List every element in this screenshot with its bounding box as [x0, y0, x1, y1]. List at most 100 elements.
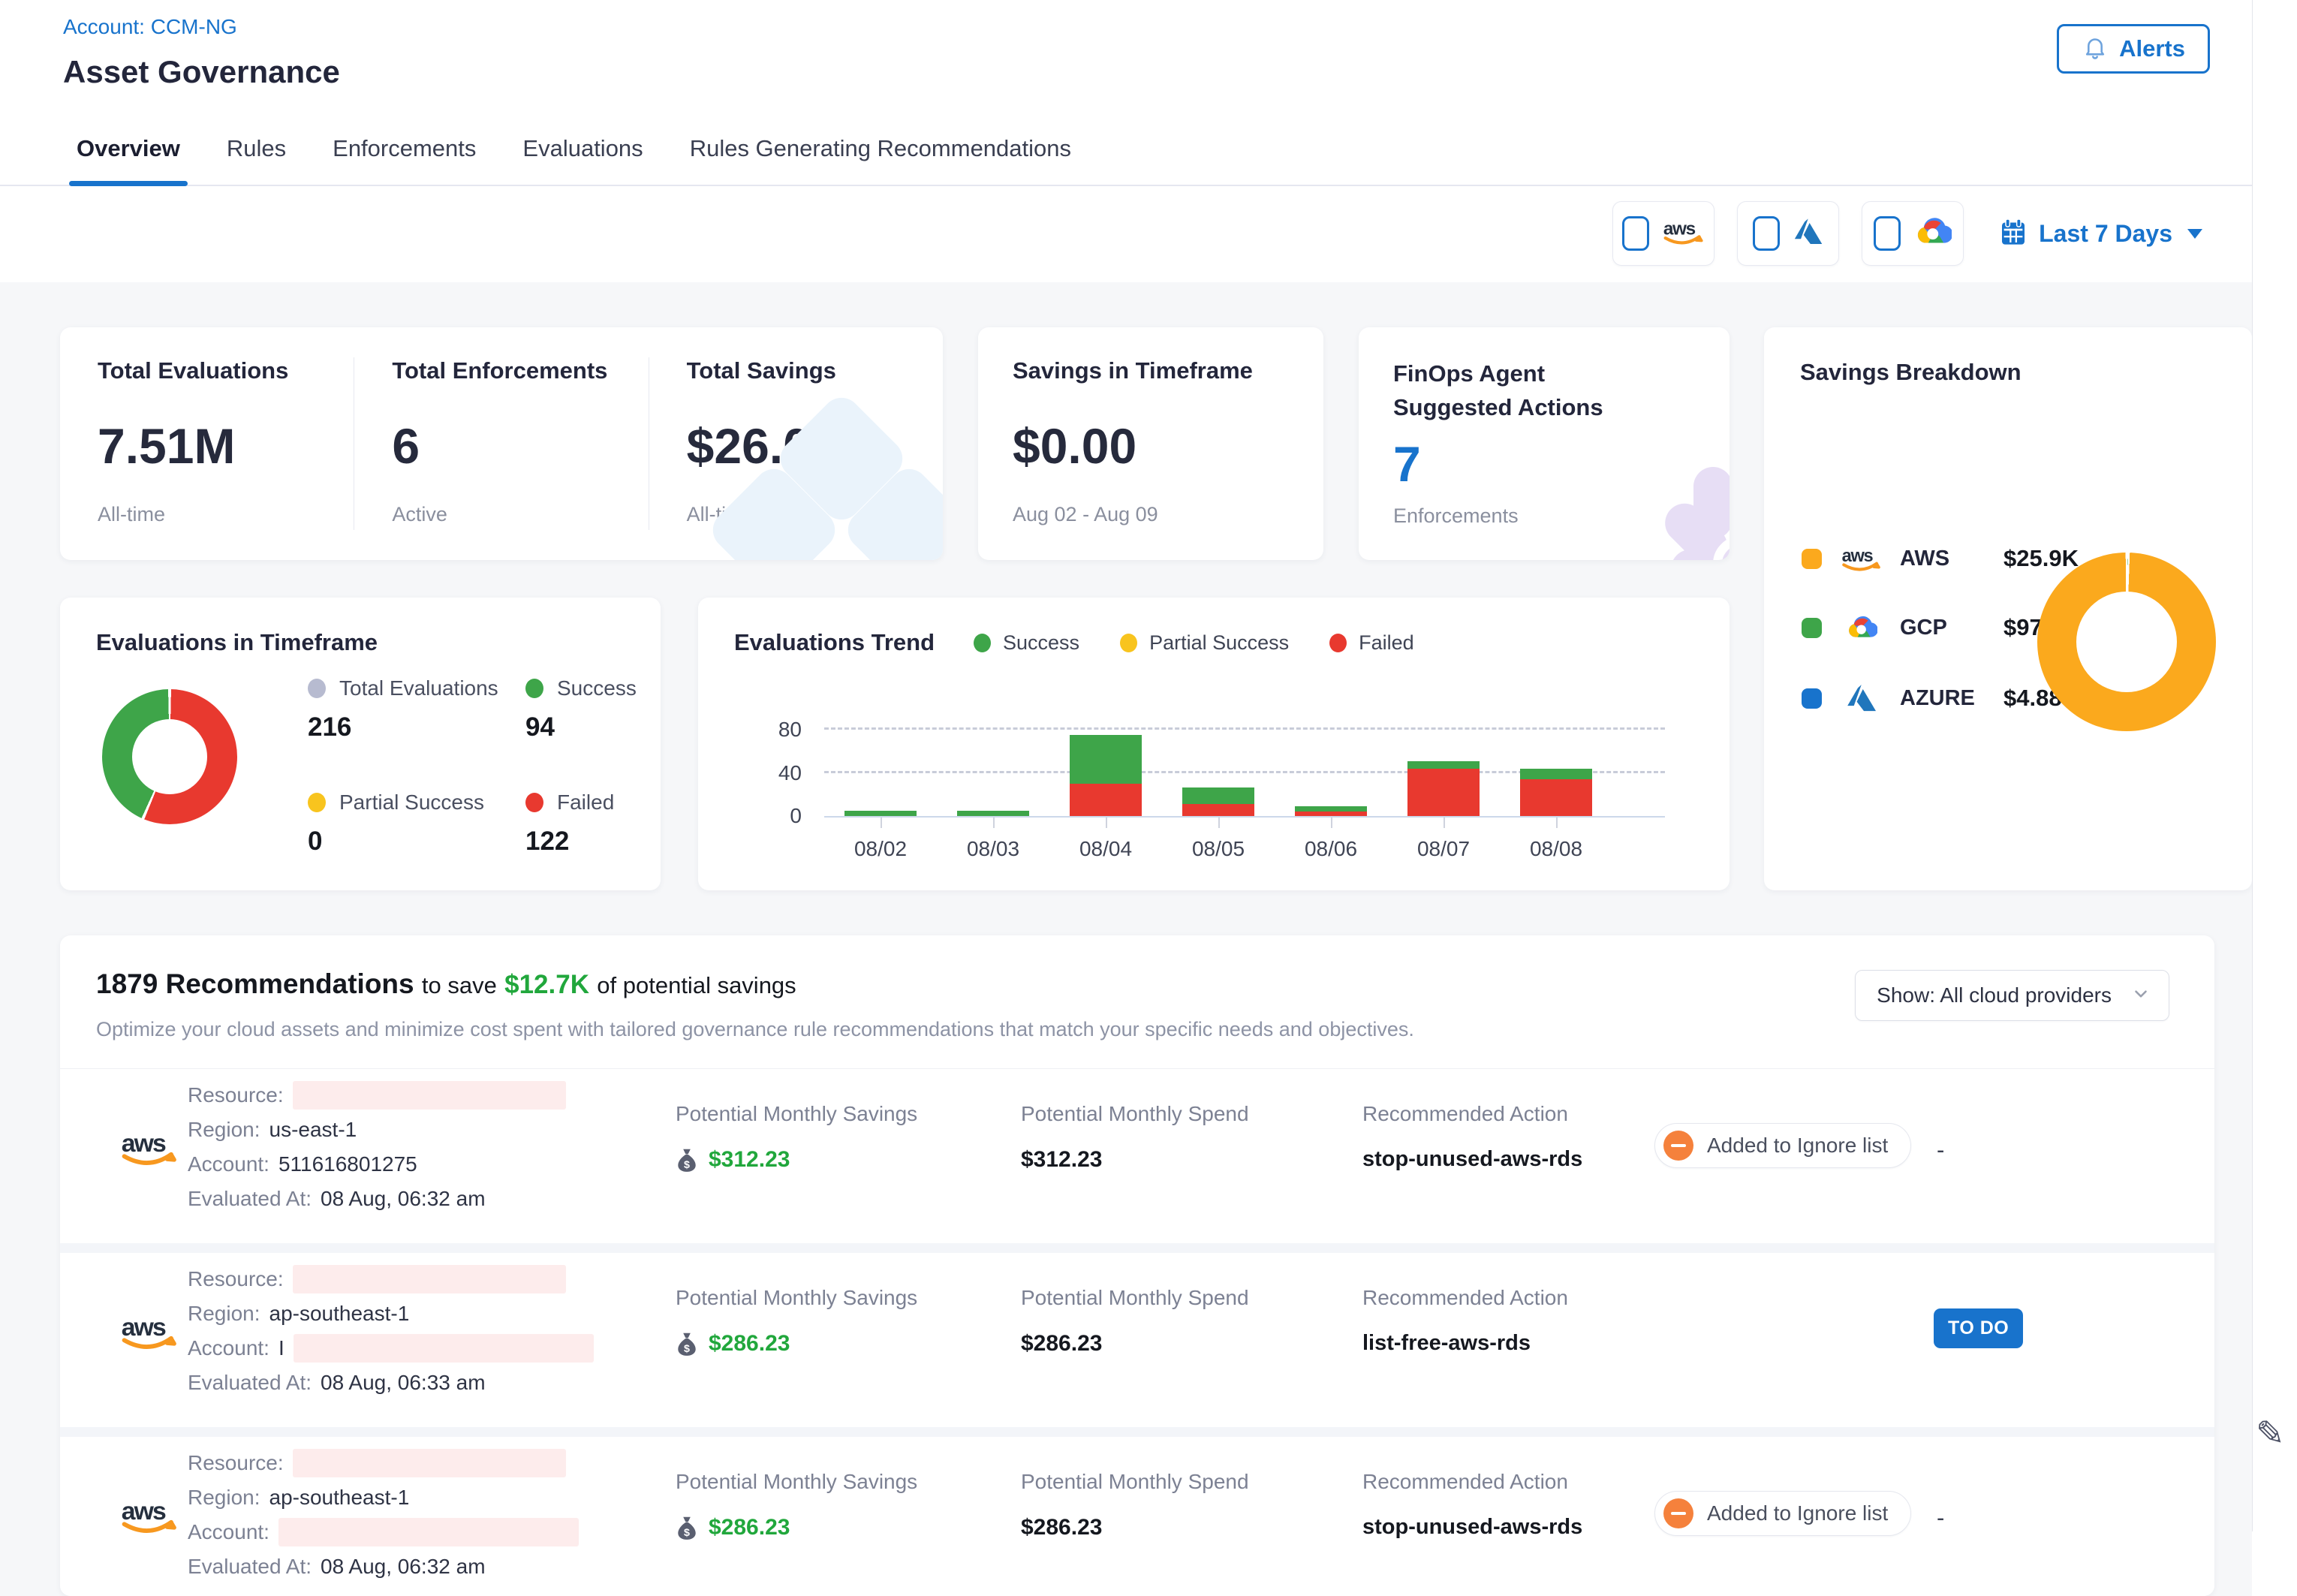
filter-chip-aws[interactable]: aws — [1612, 201, 1714, 266]
feedback-pencil-icon[interactable]: ✎ — [2256, 1413, 2285, 1453]
pill-label: Added to Ignore list — [1707, 1134, 1888, 1158]
recommendations-header: 1879 Recommendations to save $12.7K of p… — [60, 935, 2214, 1068]
stat-value: 6 — [392, 417, 610, 474]
bar-group-08-02 — [824, 716, 937, 816]
added-to-ignore-pill[interactable]: Added to Ignore list — [1654, 1491, 1911, 1536]
tab-rules-generating-recommendations[interactable]: Rules Generating Recommendations — [688, 113, 1073, 185]
legend-dot — [308, 679, 326, 698]
gcp-logo-icon — [1837, 615, 1885, 641]
filter-chip-gcp[interactable] — [1862, 201, 1964, 266]
recommendations-count: 1879 Recommendations — [96, 968, 414, 999]
recommendations-save-suffix: of potential savings — [597, 972, 796, 998]
aws-logo-icon: aws — [1661, 218, 1705, 249]
column-label: Potential Monthly Savings — [676, 1102, 917, 1126]
monthly-savings-value: $$312.23 — [676, 1147, 917, 1173]
y-axis-tick: 0 — [749, 804, 802, 828]
provider-name: AZURE — [1900, 686, 1988, 711]
legend-label: Failed — [1359, 631, 1414, 655]
stacked-bar — [1407, 761, 1480, 816]
azure-checkbox[interactable] — [1753, 216, 1780, 251]
row-separator — [60, 1243, 2214, 1253]
legend-item-failed: Failed122 — [525, 790, 676, 857]
stacked-bar — [844, 811, 917, 816]
x-axis-tick — [1331, 818, 1332, 828]
legend-value: 94 — [525, 712, 676, 742]
finops-actions-sub: Enforcements — [1393, 504, 1695, 528]
legend-item-success: Success94 — [525, 676, 676, 742]
recommended-action-column: Recommended Actionlist-free-aws-rds — [1362, 1286, 1568, 1356]
recommendation-row: awsResource:Region:ap-southeast-1Account… — [60, 1437, 2214, 1596]
recommendation-row: awsResource:Region:us-east-1Account:5116… — [60, 1069, 2214, 1243]
tab-rules[interactable]: Rules — [225, 113, 288, 185]
alerts-button[interactable]: Alerts — [2057, 24, 2210, 74]
legend-label: Total Evaluations — [339, 676, 498, 700]
dropdown-label: Show: All cloud providers — [1877, 983, 2112, 1007]
gcp-checkbox[interactable] — [1874, 216, 1901, 251]
evaluated-at-label: Evaluated At: — [188, 1555, 312, 1579]
date-range-picker[interactable]: Last 7 Days — [1998, 217, 2202, 251]
evaluated-at-value: 08 Aug, 06:33 am — [321, 1371, 486, 1395]
svg-text:aws: aws — [122, 1497, 166, 1525]
column-label: Potential Monthly Spend — [1021, 1286, 1249, 1310]
resource-info: Resource:Region:us-east-1Account:5116168… — [188, 1078, 566, 1216]
bar-group-08-07 — [1387, 716, 1500, 816]
x-axis-label: 08/03 — [937, 837, 1049, 861]
legend-dot — [974, 634, 991, 652]
card-title: Evaluations in Timeframe — [96, 629, 625, 656]
added-to-ignore-pill[interactable]: Added to Ignore list — [1654, 1123, 1911, 1168]
region-line: Region:ap-southeast-1 — [188, 1480, 579, 1515]
actions-dash: - — [1937, 1137, 1944, 1164]
actions-dash: - — [1937, 1504, 1944, 1531]
calendar-icon — [1998, 217, 2028, 251]
bar-group-08-05 — [1162, 716, 1275, 816]
stacked-bar — [1070, 735, 1142, 816]
account-redacted-bar — [294, 1334, 594, 1363]
bar-segment-success — [1295, 806, 1367, 812]
column-label: Potential Monthly Savings — [676, 1470, 917, 1494]
provider-filter-group: aws — [1612, 201, 1964, 266]
recommended-action-value: list-free-aws-rds — [1362, 1331, 1568, 1356]
cloud-provider-filter-dropdown[interactable]: Show: All cloud providers — [1855, 970, 2169, 1021]
bar-segment-success — [1407, 761, 1480, 769]
todo-badge[interactable]: TO DO — [1934, 1308, 2023, 1348]
resource-label: Resource: — [188, 1267, 284, 1291]
monthly-spend-value: $286.23 — [1021, 1515, 1249, 1540]
trend-bar-chart: 04080 08/0208/0308/0408/0508/0608/0708/0… — [824, 716, 1665, 861]
account-value: 511616801275 — [278, 1152, 417, 1176]
provider-name: GCP — [1900, 616, 1988, 640]
evaluated-line: Evaluated At:08 Aug, 06:32 am — [188, 1549, 579, 1584]
legend-dot — [525, 679, 543, 698]
stat-title: Total Enforcements — [392, 357, 610, 384]
recommendations-subtitle: Optimize your cloud assets and minimize … — [96, 1018, 2178, 1041]
potential-monthly-spend-column: Potential Monthly Spend$286.23 — [1021, 1286, 1249, 1357]
row-separator — [60, 1427, 2214, 1437]
chevron-down-icon — [2187, 229, 2202, 239]
bar-segment-failed — [1182, 804, 1254, 816]
savings-timeframe-range: Aug 02 - Aug 09 — [1013, 503, 1289, 526]
legend-dot — [1120, 634, 1137, 652]
resource-redacted-bar — [293, 1081, 566, 1110]
bar-segment-failed — [1520, 779, 1592, 816]
stat-title: Total Savings — [687, 357, 905, 384]
card-title: Savings Breakdown — [1800, 359, 2216, 386]
bar-group-08-06 — [1275, 716, 1387, 816]
card-title: FinOps Agent Suggested Actions — [1393, 357, 1641, 425]
aws-logo: aws — [119, 1497, 179, 1538]
savings-breakdown-card: Savings Breakdown awsAWS$25.9KGCP$97.19A… — [1764, 327, 2252, 890]
resource-redacted-bar — [293, 1265, 566, 1293]
account-link[interactable]: Account: CCM-NG — [63, 15, 237, 39]
tab-enforcements[interactable]: Enforcements — [331, 113, 477, 185]
legend-entry: Partial Success — [308, 790, 503, 815]
filter-chip-azure[interactable] — [1737, 201, 1839, 266]
aws-checkbox[interactable] — [1622, 216, 1649, 251]
provider-name: AWS — [1900, 547, 1988, 571]
card-title: Savings in Timeframe — [1013, 357, 1289, 384]
tab-evaluations[interactable]: Evaluations — [521, 113, 644, 185]
stacked-bar — [1295, 806, 1367, 816]
stacked-bar — [1182, 787, 1254, 816]
tab-overview[interactable]: Overview — [75, 113, 182, 185]
savings-timeframe-value: $0.00 — [1013, 417, 1289, 474]
legend-item-partial-success: Partial Success0 — [308, 790, 503, 857]
potential-monthly-spend-column: Potential Monthly Spend$286.23 — [1021, 1470, 1249, 1540]
savings-breakdown-donut — [2037, 553, 2216, 731]
